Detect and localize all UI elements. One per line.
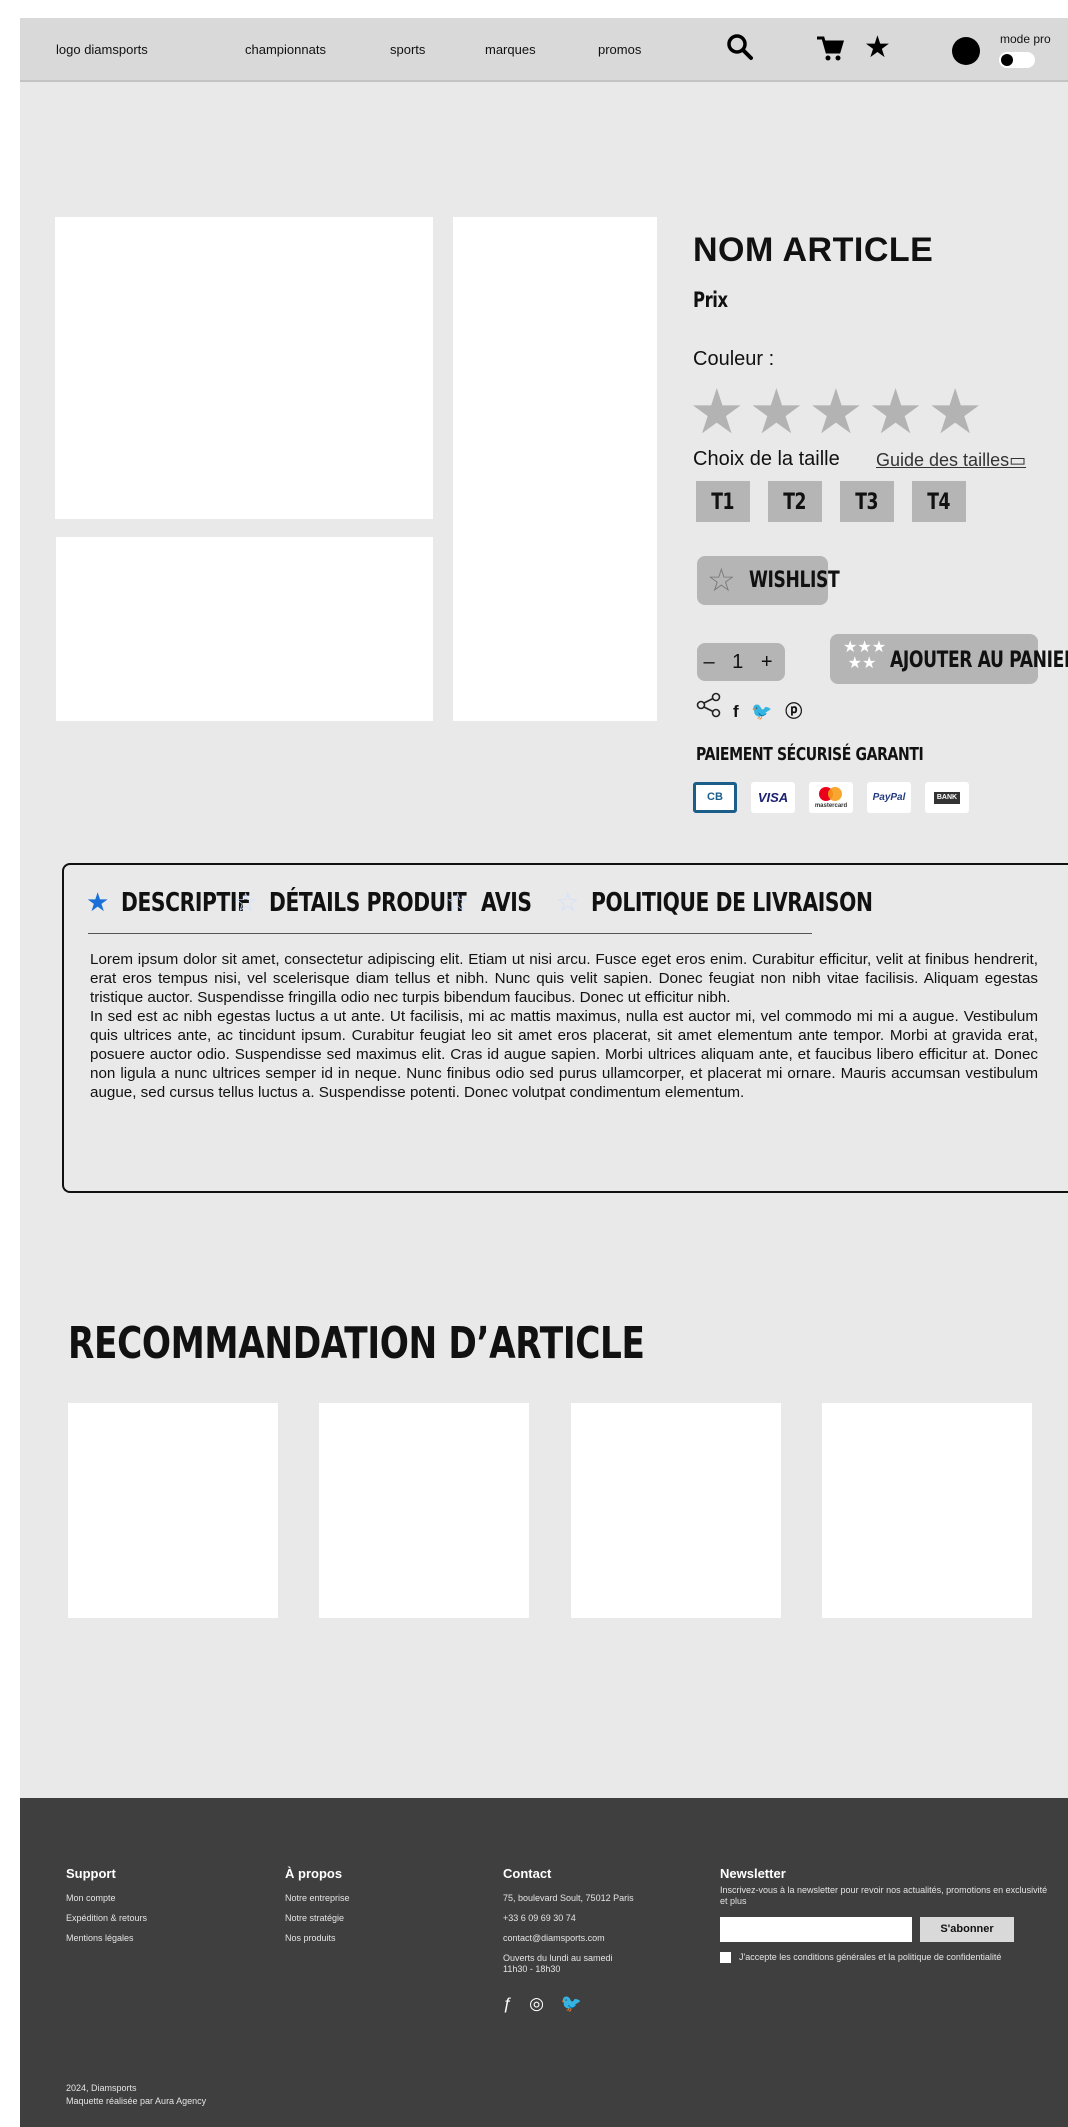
size-guide-link[interactable]: Guide des tailles▭ xyxy=(876,450,1026,471)
social-share-icons[interactable]: f 🐦 ⓟ xyxy=(733,697,806,722)
secure-payment-label: PAIEMENT SÉCURISÉ GARANTI xyxy=(696,744,924,765)
star-filled-icon: ★ xyxy=(86,887,110,917)
color-swatch-stars[interactable]: ★★★★★ xyxy=(689,378,987,448)
tab-underline xyxy=(88,933,812,934)
subscribe-button[interactable]: S'abonner xyxy=(920,1917,1014,1942)
footer-link-shipping[interactable]: Expédition & retours xyxy=(66,1913,147,1923)
size-button-t4[interactable]: T4 xyxy=(912,481,966,522)
product-tabs-panel: ★ DESCRIPTIF ☆ DÉTAILS PRODUIT ☆ AVIS ☆ … xyxy=(62,863,1068,1193)
site-logo[interactable]: logo diamsports xyxy=(56,42,148,57)
copyright: 2024, Diamsports xyxy=(66,2083,137,2093)
nav-marques[interactable]: marques xyxy=(485,42,536,57)
recommendations-title: RECOMMANDATION D’ARTICLE xyxy=(68,1318,645,1369)
recommended-product-card[interactable] xyxy=(571,1403,781,1618)
payment-paypal-icon: PayPal xyxy=(867,782,911,813)
tab-content: Lorem ipsum dolor sit amet, consectetur … xyxy=(90,950,1038,1102)
terms-checkbox[interactable] xyxy=(720,1952,731,1963)
share-icon[interactable] xyxy=(696,692,722,725)
contact-address: 75, boulevard Soult, 75012 Paris xyxy=(503,1893,634,1903)
size-button-t3[interactable]: T3 xyxy=(840,481,894,522)
star-outline-icon: ☆ xyxy=(707,562,736,598)
color-label: Couleur : xyxy=(693,348,775,370)
footer-about-title: À propos xyxy=(285,1866,343,1881)
star-outline-icon: ☆ xyxy=(234,887,258,917)
description-paragraph-2: In sed est ac nibh egestas luctus a ut a… xyxy=(90,1008,1038,1101)
wishlist-button[interactable]: ☆ WISHLIST xyxy=(697,556,840,605)
footer-link-company[interactable]: Notre entreprise xyxy=(285,1893,350,1903)
recommended-product-card[interactable] xyxy=(68,1403,278,1618)
star-outline-icon: ☆ xyxy=(556,887,580,917)
search-icon[interactable] xyxy=(725,32,755,71)
product-price: Prix xyxy=(693,288,728,312)
footer-social-icons[interactable]: ƒ ◎ 🐦 xyxy=(503,1994,588,2014)
contact-email[interactable]: contact@diamsports.com xyxy=(503,1933,605,1943)
payment-bank-icon: BANK xyxy=(925,782,969,813)
contact-hours-time: 11h30 - 18h30 xyxy=(503,1964,561,1974)
product-image-tall[interactable] xyxy=(453,217,657,721)
star-outline-icon: ☆ xyxy=(446,887,470,917)
cart-icon[interactable] xyxy=(815,32,845,73)
newsletter-text: Inscrivez-vous à la newsletter pour revo… xyxy=(720,1885,1048,1906)
nav-championnats[interactable]: championnats xyxy=(245,42,326,57)
payment-cb-icon: CB xyxy=(693,782,737,813)
footer-newsletter-title: Newsletter xyxy=(720,1866,786,1881)
footer-link-legal[interactable]: Mentions légales xyxy=(66,1933,134,1943)
size-label: Choix de la taille xyxy=(693,448,840,470)
footer-link-account[interactable]: Mon compte xyxy=(66,1893,116,1903)
description-paragraph-1: Lorem ipsum dolor sit amet, consectetur … xyxy=(90,951,1038,1006)
footer-contact-title: Contact xyxy=(503,1866,552,1881)
contact-hours-days: Ouverts du lundi au samedi xyxy=(503,1953,613,1963)
nav-promos[interactable]: promos xyxy=(598,42,641,57)
product-page: logo diamsports championnats sports marq… xyxy=(20,18,1068,2127)
top-navigation-bar: logo diamsports championnats sports marq… xyxy=(20,18,1068,82)
favorites-star-icon[interactable]: ★ xyxy=(864,30,891,66)
toggle-knob xyxy=(1001,54,1013,66)
recommended-product-card[interactable] xyxy=(822,1403,1032,1618)
recommended-product-card[interactable] xyxy=(319,1403,529,1618)
payment-visa-icon: VISA xyxy=(751,782,795,813)
contact-phone[interactable]: +33 6 09 69 30 74 xyxy=(503,1913,576,1923)
footer-link-strategy[interactable]: Notre stratégie xyxy=(285,1913,344,1923)
wishlist-label: WISHLIST xyxy=(749,568,840,593)
product-name: NOM ARTICLE xyxy=(693,231,934,269)
account-avatar-icon[interactable] xyxy=(952,37,980,65)
tab-politique-livraison[interactable]: ☆ POLITIQUE DE LIVRAISON xyxy=(556,887,952,918)
mode-pro-toggle[interactable] xyxy=(999,52,1035,68)
site-footer: Support Mon compte Expédition & retours … xyxy=(20,1798,1068,2127)
size-button-t2[interactable]: T2 xyxy=(768,481,822,522)
newsletter-email-input[interactable] xyxy=(720,1917,912,1942)
footer-support-title: Support xyxy=(66,1866,116,1881)
tab-avis[interactable]: ☆ AVIS xyxy=(446,887,545,918)
nav-sports[interactable]: sports xyxy=(390,42,425,57)
terms-label: J'accepte les conditions générales et la… xyxy=(739,1952,1002,1962)
payment-mastercard-icon: mastercard xyxy=(809,782,853,813)
product-image-main[interactable] xyxy=(55,217,433,519)
size-button-t1[interactable]: T1 xyxy=(696,481,750,522)
quantity-stepper[interactable]: – 1 + xyxy=(697,643,785,681)
mode-pro-label: mode pro xyxy=(1000,32,1051,46)
footer-link-products[interactable]: Nos produits xyxy=(285,1933,336,1943)
add-to-cart-button[interactable]: ★★★ ★★ AJOUTER AU PANIER xyxy=(830,634,1068,684)
sparkle-stars-icon: ★★★ ★★ xyxy=(843,639,887,672)
credit: Maquette réalisée par Aura Agency xyxy=(66,2096,207,2106)
product-image-secondary[interactable] xyxy=(56,537,433,721)
add-to-cart-label: AJOUTER AU PANIER xyxy=(890,648,1068,673)
